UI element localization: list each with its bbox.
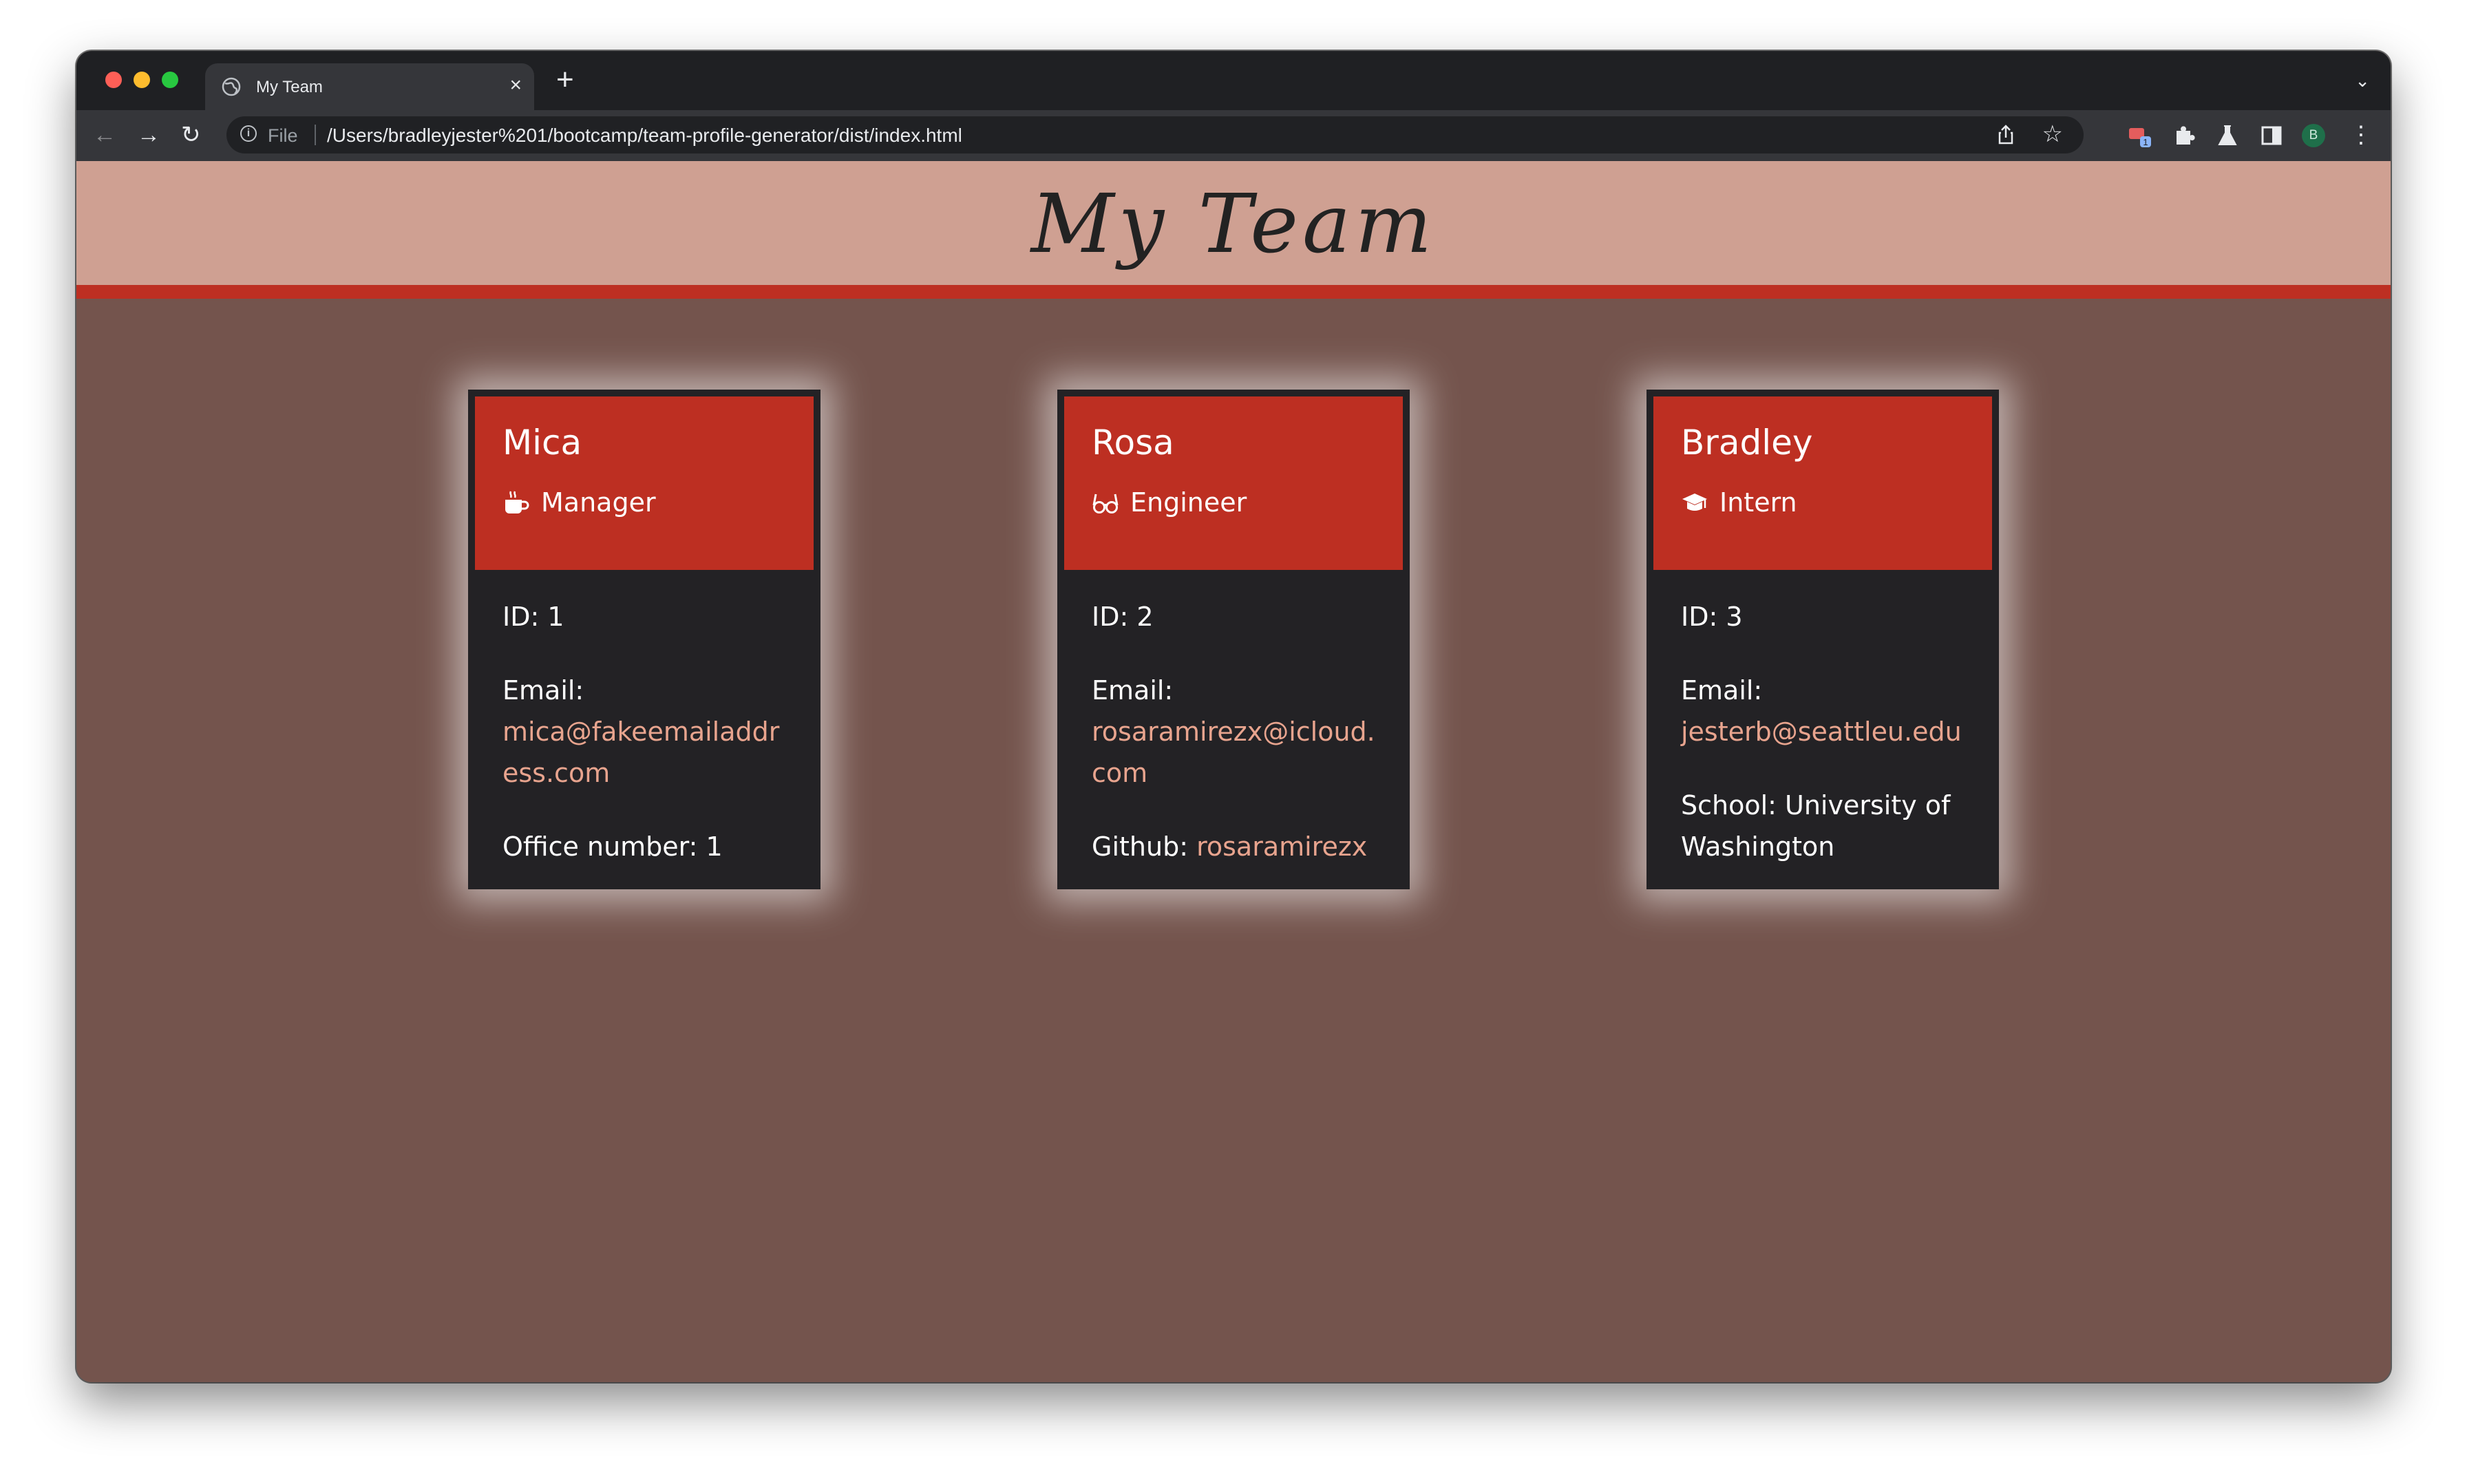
employee-name: Bradley	[1681, 423, 1813, 463]
employee-role: Manager	[502, 487, 656, 518]
employee-role-label: Manager	[541, 487, 656, 518]
employee-role: Intern	[1681, 487, 1797, 518]
browser-window: My Team × + ⌄ ← → ↻ i File /Users/bradle…	[76, 51, 2391, 1382]
forward-button[interactable]: →	[137, 123, 160, 147]
card-body: ID: 3 Email: jesterb@seattleu.edu School…	[1681, 596, 1970, 900]
employee-id: ID: 3	[1681, 602, 1743, 632]
github-row: Github: rosaramirezx	[1092, 826, 1381, 867]
minimize-window-button[interactable]	[134, 72, 150, 88]
employee-email-row: Email: jesterb@seattleu.edu	[1681, 670, 1970, 752]
employee-id: ID: 2	[1092, 602, 1154, 632]
email-link[interactable]: jesterb@seattleu.edu	[1681, 717, 1962, 747]
labs-flask-icon[interactable]	[2214, 123, 2241, 149]
email-label: Email:	[1681, 675, 1763, 706]
info-icon[interactable]: i	[240, 125, 257, 142]
profile-avatar[interactable]: B	[2302, 124, 2325, 147]
graduation-cap-icon	[1682, 494, 1707, 511]
page-title: My Team	[1030, 176, 1437, 271]
email-label: Email:	[502, 675, 584, 706]
url-text[interactable]: /Users/bradleyjester%201/bootcamp/team-p…	[327, 125, 962, 147]
employee-id: ID: 1	[502, 602, 564, 632]
github-link[interactable]: rosaramirezx	[1196, 831, 1367, 862]
page-content: My Team Mica Manager ID: 1 Email: mica@f…	[76, 161, 2391, 1382]
email-link[interactable]: mica@fakeemailaddress.com	[502, 717, 779, 788]
card-header: Mica Manager	[475, 396, 814, 570]
url-scheme-label: File	[268, 125, 298, 146]
new-tab-button[interactable]: +	[556, 65, 574, 95]
browser-toolbar: ← → ↻ i File /Users/bradleyjester%201/bo…	[76, 110, 2391, 162]
tab-title: My Team	[256, 78, 323, 96]
reload-button[interactable]: ↻	[181, 123, 201, 147]
card-header: Bradley Intern	[1653, 396, 1992, 570]
card-body: ID: 2 Email: rosaramirezx@icloud.com Git…	[1092, 596, 1381, 900]
share-icon[interactable]	[1994, 123, 2018, 147]
page-header: My Team	[76, 161, 2391, 299]
tab-strip: My Team × + ⌄	[76, 51, 2391, 110]
employee-name: Rosa	[1092, 423, 1174, 463]
github-label: Github:	[1092, 831, 1197, 862]
employee-email-row: Email: mica@fakeemailaddress.com	[502, 670, 792, 794]
employee-card-intern: Bradley Intern ID: 3 Email: jesterb@seat…	[1647, 390, 1999, 889]
tab-close-icon[interactable]: ×	[509, 73, 522, 98]
employee-email-row: Email: rosaramirezx@icloud.com	[1092, 670, 1381, 794]
glasses-icon	[1092, 494, 1119, 513]
address-bar[interactable]: i File /Users/bradleyjester%201/bootcamp…	[226, 116, 2084, 153]
tab-my-team[interactable]: My Team ×	[205, 63, 534, 110]
card-body: ID: 1 Email: mica@fakeemailaddress.com O…	[502, 596, 792, 900]
close-window-button[interactable]	[105, 72, 122, 88]
more-menu-icon[interactable]: ⋮	[2349, 121, 2373, 149]
maximize-window-button[interactable]	[162, 72, 178, 88]
employee-role-label: Intern	[1719, 487, 1797, 518]
svg-text:1: 1	[2143, 137, 2148, 147]
employee-role: Engineer	[1092, 487, 1247, 518]
office-number: Office number: 1	[502, 831, 723, 862]
coffee-icon	[505, 491, 529, 513]
employee-role-label: Engineer	[1130, 487, 1247, 518]
side-panel-icon[interactable]	[2258, 123, 2285, 149]
tab-search-chevron-icon[interactable]: ⌄	[2355, 70, 2370, 92]
url-separator	[315, 125, 316, 145]
employee-name: Mica	[502, 423, 582, 463]
card-header: Rosa Engineer	[1064, 396, 1403, 570]
employee-card-manager: Mica Manager ID: 1 Email: mica@fakeemail…	[468, 390, 820, 889]
extension-puzzle-badge-icon[interactable]: 1	[2126, 123, 2152, 149]
school-row: School: University of Washington	[1681, 790, 1951, 862]
globe-icon	[222, 77, 241, 96]
email-label: Email:	[1092, 675, 1174, 706]
puzzle-icon[interactable]	[2171, 123, 2197, 149]
back-button[interactable]: ←	[93, 123, 116, 147]
email-link[interactable]: rosaramirezx@icloud.com	[1092, 717, 1375, 788]
employee-card-engineer: Rosa Engineer ID: 2 Email: rosaramirezx@…	[1057, 390, 1410, 889]
bookmark-star-icon[interactable]: ☆	[2042, 120, 2063, 148]
